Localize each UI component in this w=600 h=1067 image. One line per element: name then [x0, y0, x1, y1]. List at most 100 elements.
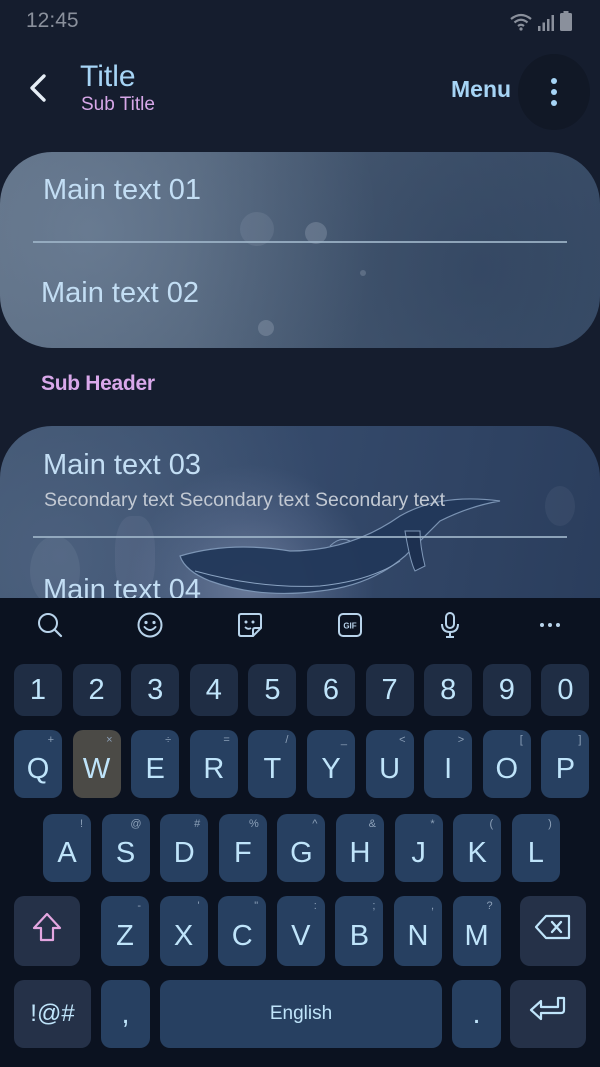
key-o[interactable]: [O: [482, 730, 531, 798]
signal-icon: [538, 15, 554, 31]
key-1[interactable]: 1: [14, 664, 62, 716]
key-hint-label: ': [197, 900, 200, 912]
key-label: Y: [321, 752, 341, 785]
key-label: 2: [88, 673, 105, 706]
wifi-icon: [510, 13, 532, 31]
key-2[interactable]: 2: [72, 664, 121, 716]
key-label: P: [555, 752, 576, 785]
key-v[interactable]: :V: [276, 896, 325, 966]
emoji-icon[interactable]: [135, 610, 165, 640]
key-hint-label: =: [223, 734, 230, 746]
key-9[interactable]: 9: [482, 664, 531, 716]
key-d[interactable]: # D: [160, 814, 209, 882]
back-button[interactable]: [18, 70, 58, 110]
more-options-button[interactable]: [518, 54, 590, 130]
key-w[interactable]: × W: [72, 730, 121, 798]
key-hint-label: [: [519, 734, 523, 746]
key-c[interactable]: " C: [218, 896, 267, 966]
search-icon[interactable]: [35, 610, 65, 640]
status-time: 12:45: [26, 9, 79, 32]
key-k[interactable]: (K: [453, 814, 502, 882]
key-a[interactable]: ! A: [43, 814, 91, 882]
key-hint-label: ]: [578, 734, 582, 746]
backspace-key[interactable]: [520, 896, 586, 966]
sticker-icon[interactable]: [235, 610, 265, 640]
key-label: L: [527, 836, 544, 869]
comma-key-label: ,: [121, 997, 130, 1030]
space-key-label: English: [269, 1003, 333, 1024]
key-3[interactable]: 3: [131, 664, 180, 716]
key-hint-label: >: [457, 734, 465, 746]
list-item[interactable]: Main text 02: [0, 243, 600, 348]
key-hint-label: %: [249, 818, 259, 830]
key-label: Q: [26, 752, 50, 785]
shift-key[interactable]: [14, 896, 80, 966]
key-8[interactable]: 8: [424, 664, 473, 716]
chevron-left-icon: [27, 73, 49, 108]
key-e[interactable]: ÷ E: [131, 730, 180, 798]
more-horizontal-icon[interactable]: [535, 610, 565, 640]
key-4[interactable]: 4: [189, 664, 238, 716]
app-bar: Title Sub Title Menu: [0, 52, 600, 132]
key-label: S: [115, 836, 136, 869]
key-g[interactable]: ^ G: [277, 814, 326, 882]
key-l[interactable]: ) L: [511, 814, 560, 882]
key-6[interactable]: 6: [307, 664, 355, 716]
gif-icon[interactable]: GIF: [335, 610, 365, 640]
key-t[interactable]: / T: [248, 730, 297, 798]
key-label: I: [444, 752, 453, 785]
key-h[interactable]: & H: [336, 814, 384, 882]
period-key[interactable]: .: [452, 980, 501, 1048]
enter-key[interactable]: [510, 980, 586, 1048]
key-hint-label: _: [340, 734, 347, 746]
microphone-icon[interactable]: [435, 610, 465, 640]
key-label: W: [82, 752, 111, 785]
list-item[interactable]: Main text 03 Secondary text Secondary te…: [0, 426, 600, 536]
symbols-key[interactable]: !@#: [14, 980, 91, 1048]
key-label: Z: [116, 919, 134, 952]
list-item[interactable]: Main text 01: [0, 152, 600, 242]
key-label: 1: [29, 673, 47, 706]
key-label: G: [290, 836, 313, 869]
key-7[interactable]: 7: [365, 664, 414, 716]
page-subtitle: Sub Title: [81, 94, 155, 115]
key-i[interactable]: > I: [424, 730, 473, 798]
keyboard: GIF 1 2 3 4 5 6 7 8 9 0 + Q × W ÷ E = R / T _ Y < U > I[O] P! A @ S # D…: [0, 598, 600, 1067]
key-label: A: [57, 836, 77, 869]
key-0[interactable]: 0: [541, 664, 590, 716]
key-hint-label: ": [254, 900, 259, 912]
key-f[interactable]: % F: [218, 814, 267, 882]
enter-icon: [528, 995, 568, 1033]
key-hint-label: -: [137, 900, 141, 912]
key-r[interactable]: = R: [189, 730, 238, 798]
page-title: Title: [80, 60, 136, 93]
key-x[interactable]: ' X: [159, 896, 208, 966]
key-label: V: [291, 919, 311, 952]
key-label: 0: [557, 673, 574, 706]
key-hint-label: ;: [372, 900, 376, 912]
key-q[interactable]: + Q: [14, 730, 62, 798]
key-5[interactable]: 5: [248, 664, 297, 716]
key-p[interactable]: ] P: [541, 730, 590, 798]
list-group-1: Main text 01 Main text 02: [0, 152, 600, 348]
key-z[interactable]: -Z: [101, 896, 149, 966]
menu-button[interactable]: Menu: [451, 76, 511, 103]
key-hint-label: *: [430, 818, 435, 830]
sub-header: Sub Header: [41, 372, 155, 395]
key-label: 8: [440, 673, 457, 706]
list-item-main-text: Main text 01: [43, 174, 201, 206]
space-key[interactable]: English: [160, 980, 442, 1048]
key-label: U: [379, 752, 401, 785]
key-j[interactable]: * J: [394, 814, 443, 882]
comma-key[interactable]: ,: [101, 980, 150, 1048]
key-label: 5: [264, 673, 281, 706]
status-bar: 12:45: [0, 0, 600, 44]
key-u[interactable]: < U: [365, 730, 414, 798]
key-label: D: [173, 836, 195, 869]
key-y[interactable]: _ Y: [307, 730, 355, 798]
key-m[interactable]: ? M: [452, 896, 501, 966]
key-label: 4: [205, 673, 222, 706]
key-s[interactable]: @ S: [101, 814, 150, 882]
key-b[interactable]: ; B: [335, 896, 384, 966]
key-n[interactable]: ,N: [394, 896, 442, 966]
